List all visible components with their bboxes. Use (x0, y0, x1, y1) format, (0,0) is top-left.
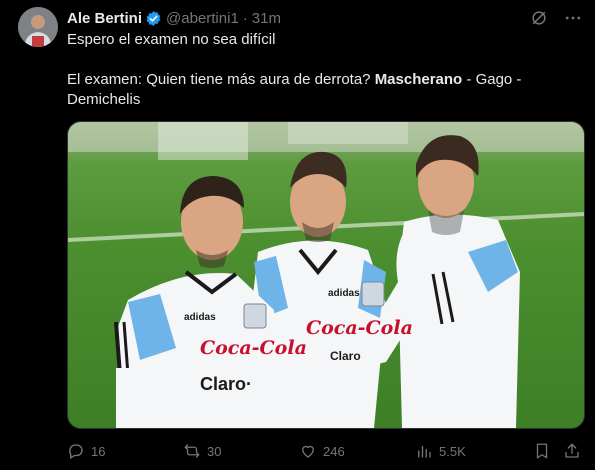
tweet-header: Ale Bertini @abertini1 · 31m (67, 8, 281, 28)
tweet-line-2: El examen: Quien tiene más aura de derro… (67, 70, 577, 90)
verified-badge-icon (145, 10, 162, 27)
share-icon (565, 443, 579, 458)
avatar-image (18, 7, 58, 47)
reply-icon (69, 444, 83, 459)
tweet-line-2-bold: Mascherano (374, 71, 463, 88)
heart-icon (302, 445, 314, 458)
bookmark-icon (536, 443, 548, 459)
more-options-icon[interactable] (563, 8, 583, 28)
separator-dot: · (242, 9, 248, 27)
tweet-line-2-suffix: - Gago - (462, 71, 522, 88)
adidas-logo: adidas (328, 288, 360, 299)
repost-icon (184, 444, 200, 458)
tweet-line-2-prefix: El examen: Quien tiene más aura de derro… (67, 71, 375, 88)
like-count: 246 (323, 443, 345, 459)
timestamp[interactable]: 31m (252, 10, 281, 27)
author-name[interactable]: Ale Bertini (67, 10, 142, 27)
tweet-text: Espero el examen no sea difícil El exame… (67, 30, 577, 110)
reply-action[interactable]: 16 (67, 440, 105, 462)
views-action[interactable]: 5.5K (415, 440, 466, 462)
top-actions (529, 8, 583, 28)
tweet-actions: 16 30 246 5.5K (67, 440, 583, 462)
repost-action[interactable]: 30 (183, 440, 221, 462)
photo-image: adidas Coca-Cola Claro adidas Coca-Cola (68, 122, 584, 428)
views-count: 5.5K (439, 443, 466, 459)
reply-count: 16 (91, 443, 106, 459)
tweet-line-1: Espero el examen no sea difícil (67, 31, 276, 48)
tweet-photo[interactable]: adidas Coca-Cola Claro adidas Coca-Cola (67, 121, 585, 429)
like-action[interactable]: 246 (299, 440, 345, 462)
sponsor-left-2: Claro· (200, 374, 252, 394)
tweet-line-3: Demichelis (67, 91, 141, 108)
sponsor-center-2: Claro (330, 349, 361, 363)
views-icon (418, 445, 431, 458)
repost-count: 30 (207, 443, 222, 459)
share-action[interactable] (563, 440, 581, 462)
bookmark-action[interactable] (533, 440, 551, 462)
grok-icon[interactable] (529, 8, 549, 28)
adidas-logo-left: adidas (184, 312, 216, 323)
sponsor-center: Coca-Cola (306, 317, 413, 339)
sponsor-left: Coca-Cola (200, 337, 307, 359)
tweet: Ale Bertini @abertini1 · 31m Espero el e… (0, 0, 595, 470)
author-handle[interactable]: @abertini1 (166, 10, 239, 27)
avatar[interactable] (18, 7, 58, 47)
